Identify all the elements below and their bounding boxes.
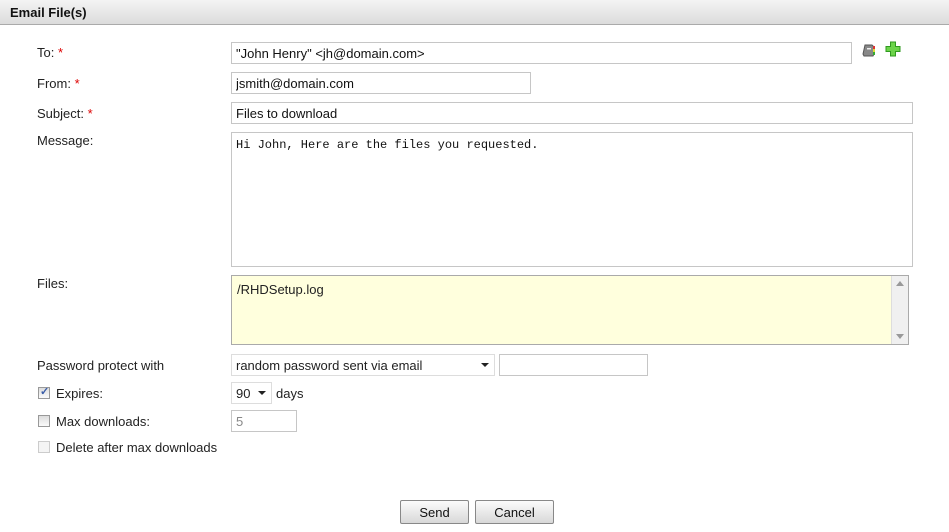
to-label: To: * bbox=[37, 45, 64, 60]
password-label: Password protect with bbox=[37, 358, 165, 373]
expires-label: Expires: bbox=[56, 386, 103, 401]
from-input[interactable] bbox=[231, 72, 531, 94]
max-downloads-input[interactable] bbox=[231, 410, 297, 432]
expires-select[interactable]: 90 bbox=[231, 382, 272, 404]
expires-checkbox[interactable]: ✓ bbox=[38, 386, 50, 399]
message-label: Message: bbox=[37, 133, 94, 148]
cancel-button[interactable]: Cancel bbox=[475, 500, 554, 524]
chevron-down-icon bbox=[258, 391, 266, 395]
max-downloads-checkbox[interactable] bbox=[38, 415, 50, 427]
files-label: Files: bbox=[37, 276, 69, 291]
files-list[interactable]: /RHDSetup.log bbox=[231, 275, 909, 345]
subject-label: Subject: * bbox=[37, 106, 93, 121]
chevron-down-icon bbox=[481, 363, 489, 367]
plus-icon[interactable] bbox=[885, 41, 901, 60]
delete-after-checkbox[interactable] bbox=[38, 441, 50, 453]
max-downloads-label: Max downloads: bbox=[56, 414, 150, 429]
file-item[interactable]: /RHDSetup.log bbox=[237, 282, 324, 297]
delete-after-label: Delete after max downloads bbox=[56, 440, 218, 455]
files-scrollbar[interactable] bbox=[891, 276, 908, 344]
address-book-icon[interactable] bbox=[862, 43, 876, 60]
expires-unit: days bbox=[276, 386, 304, 401]
subject-input[interactable] bbox=[231, 102, 913, 124]
to-input[interactable] bbox=[231, 42, 852, 64]
dialog-header: Email File(s) bbox=[0, 0, 949, 25]
message-textarea[interactable]: Hi John, Here are the files you requeste… bbox=[231, 132, 913, 267]
password-select[interactable]: random password sent via email bbox=[231, 354, 495, 376]
dialog-title: Email File(s) bbox=[10, 5, 87, 20]
password-input[interactable] bbox=[499, 354, 648, 376]
scroll-up-icon[interactable] bbox=[896, 281, 904, 286]
send-button[interactable]: Send bbox=[400, 500, 469, 524]
from-label: From: * bbox=[37, 76, 80, 91]
scroll-down-icon[interactable] bbox=[896, 334, 904, 339]
